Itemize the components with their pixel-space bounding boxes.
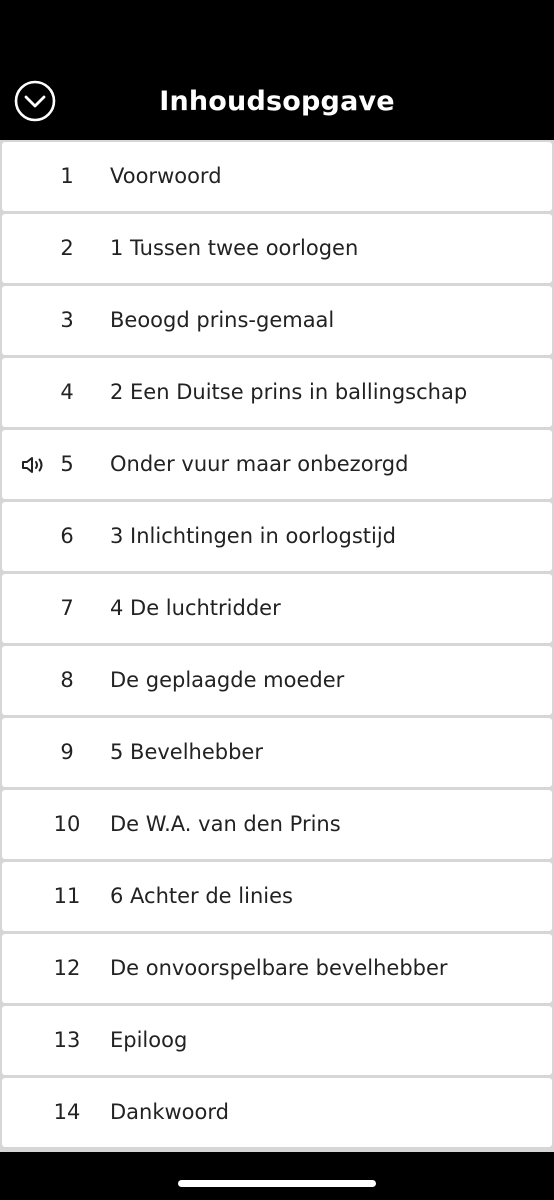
toc-item-number: 14 [53,1100,81,1124]
toc-item-number: 5 [60,452,74,476]
toc-item-number: 2 [60,236,74,260]
toc-item-number: 6 [60,524,74,548]
toc-item[interactable]: 9 5 Bevelhebber [2,718,552,787]
toc-item-title: 6 Achter de linies [110,884,293,908]
toc-item[interactable]: 5 Onder vuur maar onbezorgd [2,430,552,499]
toc-item[interactable]: 7 4 De luchtridder [2,574,552,643]
toc-item-title: De geplaagde moeder [110,668,345,692]
page-title: Inhoudsopgave [159,86,395,117]
toc-item[interactable]: 3 Beoogd prins-gemaal [2,286,552,355]
toc-item[interactable]: 8 De geplaagde moeder [2,646,552,715]
toc-item-title: 3 Inlichtingen in oorlogstijd [110,524,397,548]
toc-item[interactable]: 13 Epiloog [2,1006,552,1075]
header: Inhoudsopgave [0,0,554,140]
screen: Inhoudsopgave 1 Voorwoord 2 1 Tussen twee o… [0,0,554,1200]
toc-item-title: Epiloog [110,1028,188,1052]
toc-item-number: 1 [60,164,74,188]
toc-item-title: 1 Tussen twee oorlogen [110,236,359,260]
toc-item-number: 7 [60,596,74,620]
toc-item-number: 12 [53,956,81,980]
toc-item-number: 13 [53,1028,81,1052]
toc-item[interactable]: 1 Voorwoord [2,142,552,211]
toc-item-title: De onvoorspelbare bevelhebber [110,956,448,980]
toc-item-title: 2 Een Duitse prins in ballingschap [110,380,468,404]
toc-item-title: Beoogd prins-gemaal [110,308,335,332]
toc-item-number: 3 [60,308,74,332]
toc-item-title: Dankwoord [110,1100,229,1124]
toc-item-title: 4 De luchtridder [110,596,281,620]
toc-item[interactable]: 10 De W.A. van den Prins [2,790,552,859]
toc-item-number: 8 [60,668,74,692]
toc-item-number: 9 [60,740,74,764]
toc-item-title: De W.A. van den Prins [110,812,341,836]
toc-item-title: Voorwoord [110,164,222,188]
toc-list: 1 Voorwoord 2 1 Tussen twee oorlogen 3 Beoogd… [0,140,554,1152]
toc-item[interactable]: 11 6 Achter de linies [2,862,552,931]
toc-item-number: 10 [53,812,81,836]
toc-item-number: 4 [60,380,74,404]
toc-item[interactable]: 2 1 Tussen twee oorlogen [2,214,552,283]
toc-item[interactable]: 6 3 Inlichtingen in oorlogstijd [2,502,552,571]
toc-item-number: 11 [53,884,81,908]
toc-item[interactable]: 4 2 Een Duitse prins in ballingschap [2,358,552,427]
toc-item[interactable]: 12 De onvoorspelbare bevelhebber [2,934,552,1003]
toc-item-title: 5 Bevelhebber [110,740,263,764]
toc-item-title: Onder vuur maar onbezorgd [110,452,409,476]
home-indicator [178,1180,376,1187]
toc-item[interactable]: 14 Dankwoord [2,1078,552,1147]
